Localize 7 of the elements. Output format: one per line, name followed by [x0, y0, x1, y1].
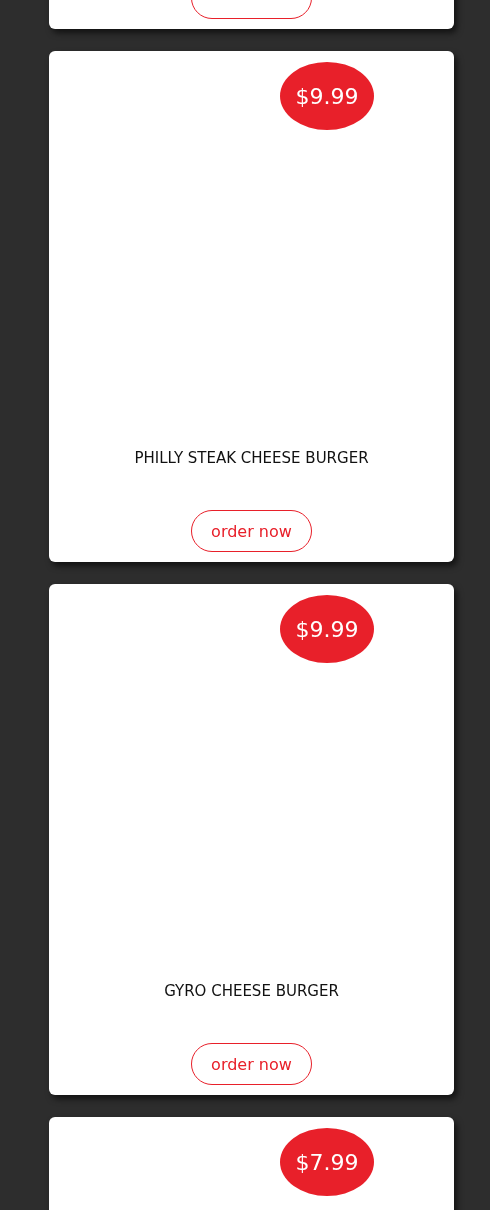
order-button[interactable]: order now — [191, 510, 312, 552]
item-title: GYRO CHEESE BURGER — [163, 981, 340, 1001]
price-badge: $9.99 — [280, 595, 374, 663]
price-badge: $7.99 — [280, 1128, 374, 1196]
item-title: PHILLY STEAK CHEESE BURGER — [133, 448, 370, 468]
price-badge: $9.99 — [280, 62, 374, 130]
order-button[interactable]: order now — [191, 1043, 312, 1085]
